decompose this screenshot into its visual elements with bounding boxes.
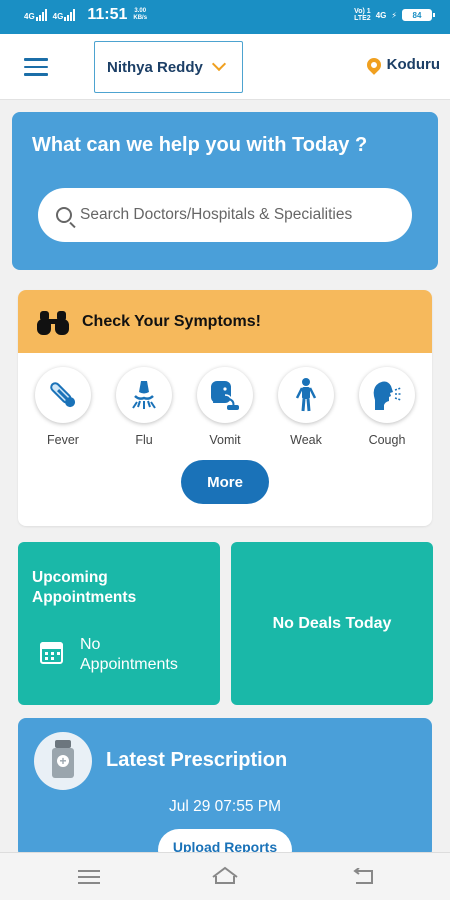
prescription-title: Latest Prescription (106, 749, 288, 771)
home-icon[interactable] (211, 866, 239, 886)
search-icon (56, 207, 72, 223)
symptom-cough[interactable]: Cough (356, 367, 418, 447)
weak-person-icon (278, 367, 334, 423)
battery-icon: 84 (402, 9, 435, 21)
binoculars-icon (36, 309, 70, 335)
chevron-down-icon (211, 56, 227, 72)
signal-indicator-2: 4G (53, 9, 76, 21)
thermometer-icon (35, 367, 91, 423)
symptom-fever[interactable]: Fever (32, 367, 94, 447)
search-input[interactable] (80, 206, 380, 224)
user-name: Nithya Reddy (107, 58, 203, 76)
deals-tile[interactable]: No Deals Today (231, 542, 433, 705)
symptom-label: Fever (47, 433, 79, 447)
status-bar: 4G 4G 11:51 3.00 KB/s Vo) 1 LTE2 4G ⚡ 84 (0, 0, 450, 34)
symptom-label: Weak (290, 433, 322, 447)
vomit-icon (197, 367, 253, 423)
latest-prescription-card[interactable]: Latest Prescription Jul 29 07:55 PM Uplo… (18, 718, 432, 858)
symptom-vomit[interactable]: Vomit (194, 367, 256, 447)
clock: 11:51 (87, 6, 128, 23)
recent-apps-icon[interactable] (78, 870, 100, 884)
no-appointments-text: No Appointments (80, 636, 178, 673)
symptom-label: Flu (135, 433, 153, 447)
charging-icon: ⚡ (391, 10, 397, 20)
calendar-icon (40, 642, 63, 664)
search-bar[interactable] (38, 188, 412, 242)
app-header: Nithya Reddy Koduru (0, 34, 450, 100)
back-icon[interactable] (352, 868, 374, 886)
symptom-label: Cough (368, 433, 406, 447)
deals-text: No Deals Today (272, 614, 392, 632)
search-card: What can we help you with Today ? (12, 112, 438, 270)
location-name: Koduru (386, 56, 440, 73)
system-navigation-bar (0, 852, 450, 900)
volte-indicator: Vo) 1 LTE2 (354, 8, 371, 22)
location-selector[interactable]: Koduru (363, 54, 440, 75)
upcoming-appointments-tile[interactable]: Upcoming Appointments No Appointments (18, 542, 220, 705)
medicine-bottle-icon (34, 732, 92, 790)
symptoms-card: Check Your Symptoms! Fever Flu Vomit Wea… (18, 290, 432, 526)
flu-icon (116, 367, 172, 423)
appointments-title: Upcoming Appointments (32, 569, 137, 606)
symptom-weak[interactable]: Weak (275, 367, 337, 447)
signal-indicator-1: 4G (24, 9, 47, 21)
more-symptoms-button[interactable]: More (181, 460, 269, 504)
location-pin-icon (363, 54, 384, 75)
network-type: 4G (375, 10, 387, 20)
search-heading: What can we help you with Today ? (32, 134, 368, 156)
symptoms-header: Check Your Symptoms! (18, 290, 432, 353)
symptom-label: Vomit (209, 433, 241, 447)
hamburger-menu-icon[interactable] (24, 58, 48, 76)
prescription-date: Jul 29 07:55 PM (168, 798, 281, 815)
symptoms-title: Check Your Symptoms! (82, 312, 262, 330)
symptom-flu[interactable]: Flu (113, 367, 175, 447)
user-selector-dropdown[interactable]: Nithya Reddy (94, 41, 243, 93)
cough-icon (359, 367, 415, 423)
network-speed: 3.00 KB/s (133, 8, 148, 21)
